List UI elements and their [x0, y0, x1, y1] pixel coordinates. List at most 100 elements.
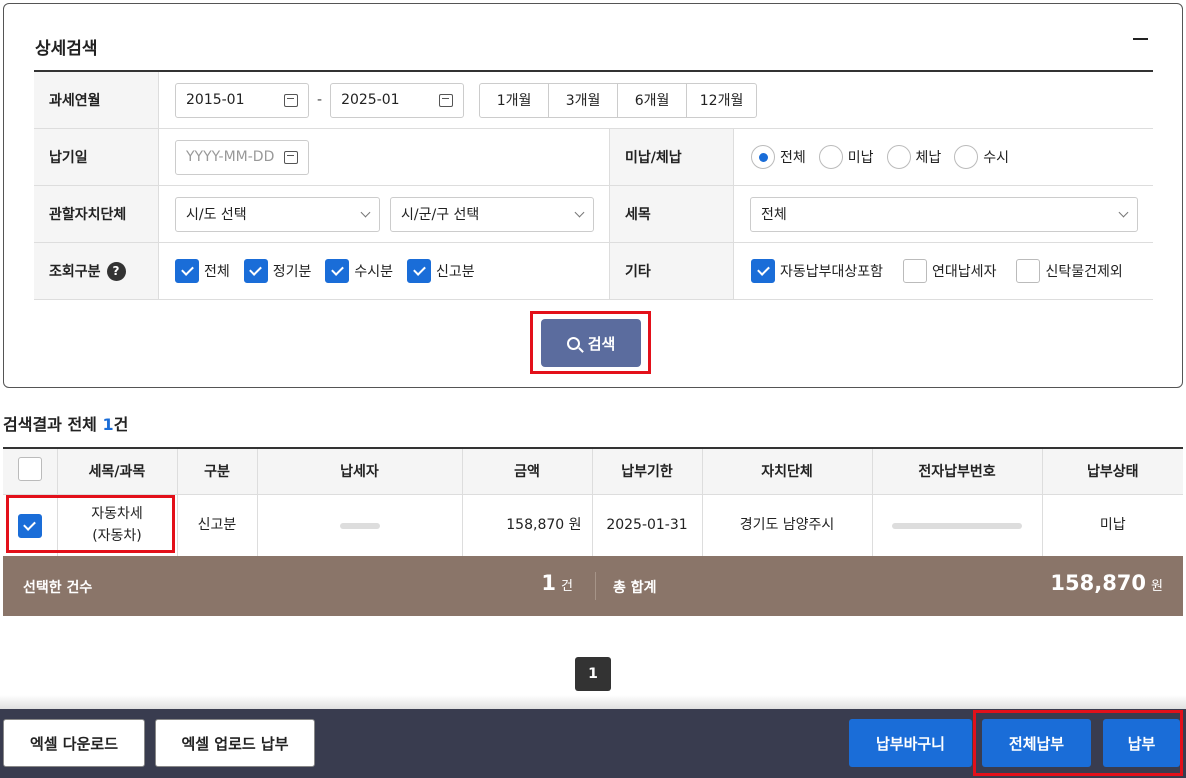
check-auto-pay-box[interactable]	[751, 259, 775, 283]
pay-basket-button[interactable]: 납부바구니	[849, 719, 972, 767]
check-reported[interactable]: 신고분	[407, 259, 475, 283]
check-all[interactable]: 전체	[175, 259, 230, 283]
radio-occasional-circle[interactable]	[954, 145, 979, 169]
summary-bar: 선택한 건수 1건 총 합계 158,870 원	[3, 556, 1183, 616]
radio-delinquent[interactable]: 체납	[886, 145, 941, 169]
chevron-down-icon	[574, 207, 585, 217]
check-exclude-trust[interactable]: 신탁물건제외	[1016, 259, 1123, 283]
excel-upload-pay-button[interactable]: 엑셀 업로드 납부	[155, 719, 315, 767]
radio-occasional-label: 수시	[983, 150, 1010, 166]
masked-epay-number	[892, 523, 1022, 529]
cell-amount: 158,870 원	[462, 494, 593, 557]
sido-value: 시/도 선택	[186, 207, 247, 223]
select-all-checkbox[interactable]	[17, 457, 42, 482]
radio-all-label: 전체	[780, 150, 806, 166]
label-query-type-text: 조회구분	[49, 264, 101, 280]
result-count-title: 검색결과 전체 1건	[3, 411, 128, 435]
masked-taxpayer	[339, 523, 380, 529]
check-all-label: 전체	[204, 264, 230, 280]
tax-item-select[interactable]: 전체	[750, 196, 1138, 232]
footer-shadow	[0, 695, 1186, 709]
header-type: 구분	[177, 447, 258, 495]
radio-all-circle[interactable]	[751, 145, 775, 169]
check-reported-box[interactable]	[407, 259, 432, 283]
period-1m-button[interactable]: 1개월	[480, 83, 550, 117]
table-header-row: 세목/과목 구분 납세자 금액 납부기한 자치단체 전자납부번호 납부상태	[3, 447, 1183, 495]
check-all-box[interactable]	[175, 259, 199, 283]
result-suffix: 건	[113, 415, 129, 434]
cell-due: 2025-01-31	[592, 494, 703, 557]
radio-unpaid-circle[interactable]	[818, 145, 843, 169]
period-12m-button[interactable]: 12개월	[687, 84, 756, 117]
label-jurisdiction: 관할자치단체	[34, 186, 159, 242]
pay-date-placeholder: YYYY-MM-DD	[186, 149, 275, 165]
label-tax-item: 세목	[609, 186, 734, 242]
radio-occasional[interactable]: 수시	[954, 145, 1009, 169]
pay-date-input[interactable]: YYYY-MM-DD	[175, 139, 309, 175]
sigungu-value: 시/군/구 선택	[401, 207, 480, 223]
check-exclude-trust-box[interactable]	[1016, 259, 1041, 283]
sigungu-select[interactable]: 시/군/구 선택	[390, 196, 594, 232]
check-joint-taxpayer-label: 연대납세자	[932, 264, 997, 280]
date-from-input[interactable]: 2015-01	[175, 82, 309, 118]
row-jurisdiction: 관할자치단체 시/도 선택 시/군/구 선택 세목 전체	[34, 186, 1153, 243]
radio-unpaid[interactable]: 미납	[818, 145, 874, 169]
excel-download-button[interactable]: 엑셀 다운로드	[3, 719, 145, 767]
check-occasional-box[interactable]	[325, 259, 350, 283]
total-value: 158,870	[1050, 571, 1147, 595]
calendar-icon[interactable]	[284, 150, 298, 164]
date-to-input[interactable]: 2025-01	[330, 82, 465, 118]
header-taxpayer: 납세자	[257, 447, 463, 495]
cell-status: 미납	[1042, 494, 1183, 557]
total-unit: 원	[1151, 579, 1163, 594]
highlight-pay-buttons	[973, 710, 1183, 776]
period-6m-button[interactable]: 6개월	[618, 83, 688, 117]
cell-region: 경기도 남양주시	[702, 494, 873, 557]
search-form: 과세연월 2015-01 - 2025-01 1개월 3개월 6개월 12개월	[34, 70, 1153, 300]
cell-taxpayer	[257, 494, 463, 557]
label-query-type: 조회구분 ?	[34, 243, 159, 299]
help-icon[interactable]: ?	[106, 261, 126, 281]
check-occasional[interactable]: 수시분	[325, 259, 393, 283]
header-tax: 세목/과목	[57, 447, 178, 495]
footer-bar: 엑셀 다운로드 엑셀 업로드 납부 납부바구니 전체납부 납부	[0, 709, 1186, 778]
sido-select[interactable]: 시/도 선택	[175, 196, 380, 232]
check-reported-label: 신고분	[436, 264, 475, 280]
header-status: 납부상태	[1042, 447, 1183, 495]
selected-count-value: 1	[541, 571, 557, 595]
date-separator: -	[317, 92, 323, 108]
label-unpaid: 미납/체납	[609, 129, 734, 185]
radio-delinquent-circle[interactable]	[886, 145, 911, 169]
radio-all[interactable]: 전체	[751, 145, 806, 169]
label-etc: 기타	[609, 243, 734, 299]
check-occasional-label: 수시분	[354, 264, 394, 280]
calendar-icon[interactable]	[439, 93, 454, 107]
result-prefix: 검색결과 전체	[3, 415, 103, 434]
chevron-down-icon	[1118, 207, 1129, 217]
radio-unpaid-label: 미납	[847, 150, 874, 166]
result-count: 1	[102, 415, 114, 434]
check-auto-pay-label: 자동납부대상포함	[780, 264, 884, 280]
check-regular-box[interactable]	[243, 259, 268, 283]
period-segment: 1개월 3개월 6개월 12개월	[479, 82, 758, 118]
period-3m-button[interactable]: 3개월	[549, 83, 619, 117]
highlight-row	[6, 495, 175, 553]
header-region: 자치단체	[702, 447, 873, 495]
result-table: 세목/과목 구분 납세자 금액 납부기한 자치단체 전자납부번호 납부상태 자동…	[3, 447, 1183, 557]
check-auto-pay[interactable]: 자동납부대상포함	[751, 259, 883, 283]
check-regular-label: 정기분	[272, 264, 312, 280]
summary-selected-label: 선택한 건수	[23, 580, 93, 596]
header-due: 납부기한	[592, 447, 703, 495]
check-regular[interactable]: 정기분	[243, 259, 312, 283]
cell-type: 신고분	[177, 494, 258, 557]
calendar-icon[interactable]	[284, 93, 298, 107]
collapse-icon[interactable]	[1133, 38, 1148, 40]
row-pay-date: 납기일 YYYY-MM-DD 미납/체납 전체 미납 체납 수시	[34, 129, 1153, 186]
header-amount: 금액	[462, 447, 593, 495]
date-to-value: 2025-01	[341, 92, 400, 108]
summary-selected-count: 1건	[541, 571, 573, 595]
check-joint-taxpayer[interactable]: 연대납세자	[903, 259, 996, 283]
check-joint-taxpayer-box[interactable]	[903, 259, 928, 283]
page-1-button[interactable]: 1	[575, 657, 611, 691]
table-row[interactable]: 자동차세 (자동차) 신고분 158,870 원 2025-01-31 경기도 …	[3, 494, 1183, 557]
